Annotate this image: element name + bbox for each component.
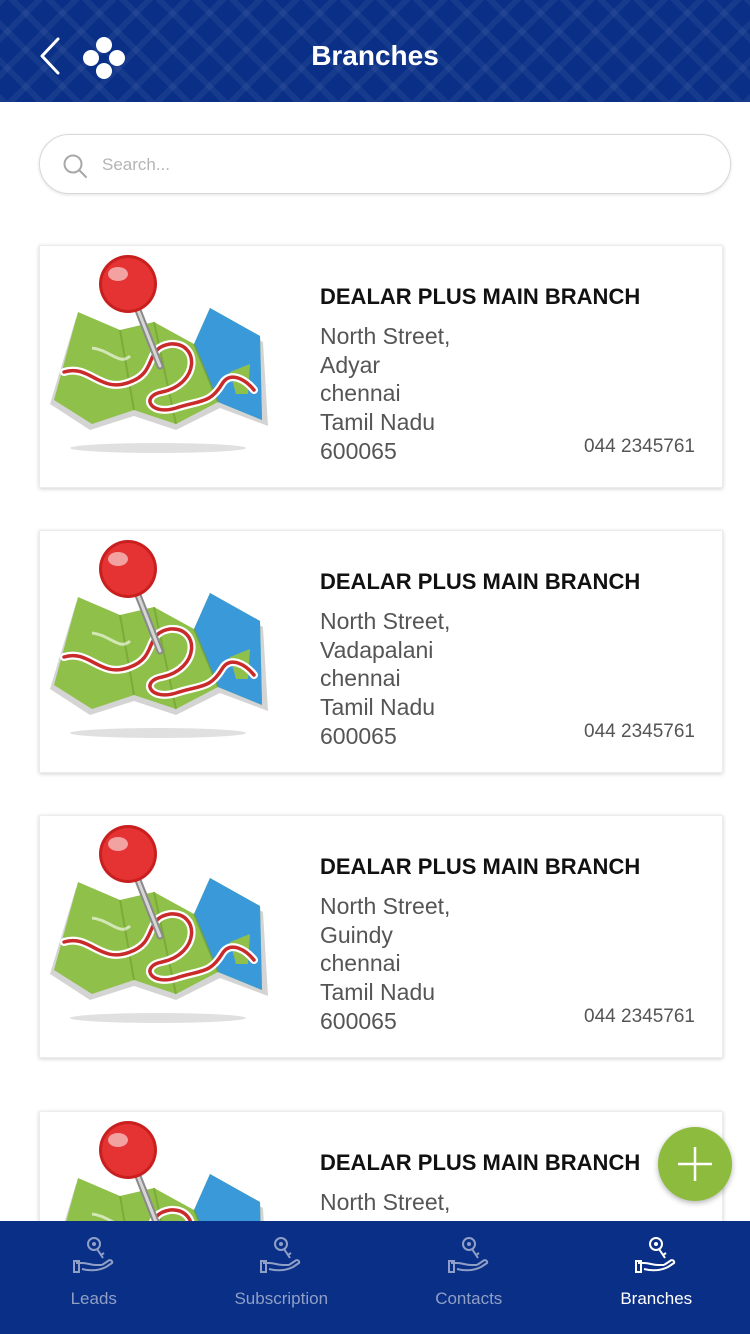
branch-name: DEALAR PLUS MAIN BRANCH	[320, 1150, 641, 1175]
address-street: North Street,	[320, 893, 451, 919]
tab-label: Subscription	[234, 1289, 329, 1308]
branch-phone[interactable]: 044 2345761	[584, 721, 695, 743]
tab-branches[interactable]: Branches	[563, 1221, 750, 1334]
map-pin-icon	[50, 1120, 274, 1221]
search-icon	[63, 154, 87, 178]
branch-phone[interactable]: 044 2345761	[584, 1006, 695, 1028]
tab-subscription[interactable]: Subscription	[188, 1221, 376, 1334]
tab-leads[interactable]: Leads	[0, 1221, 188, 1334]
map-pin-icon	[50, 254, 274, 466]
tab-label: Branches	[620, 1289, 693, 1308]
plus-icon	[678, 1147, 712, 1181]
page-title: Branches	[311, 40, 439, 71]
address-state: Tamil Nadu	[320, 409, 436, 436]
address-area: Vadapalani	[320, 636, 434, 663]
app-header: Branches	[0, 0, 750, 102]
branch-card[interactable]: DEALAR PLUS MAIN BRANCH North Street, Gu…	[39, 815, 723, 1058]
add-branch-button[interactable]	[658, 1127, 732, 1201]
address-pincode: 600065	[320, 437, 397, 464]
tab-label: Leads	[70, 1289, 117, 1308]
bottom-tab-bar: Leads Subscription Contacts Branches	[0, 1221, 750, 1334]
address-street: North Street,	[320, 608, 451, 634]
address-state: Tamil Nadu	[320, 694, 436, 721]
map-pin-icon	[50, 539, 274, 751]
address-city: chennai	[320, 665, 401, 692]
branch-card[interactable]: DEALAR PLUS MAIN BRANCH North Street, Ad…	[39, 245, 723, 488]
branch-address: North Street, Vadapalani chennai Tamil N…	[320, 607, 450, 751]
branch-name: DEALAR PLUS MAIN BRANCH	[320, 284, 641, 309]
hand-key-icon	[72, 1233, 116, 1277]
address-area: Adyar	[320, 351, 381, 378]
address-state: Tamil Nadu	[320, 979, 436, 1006]
address-city: chennai	[320, 380, 401, 407]
search-bar[interactable]	[39, 134, 731, 194]
branch-card[interactable]: DEALAR PLUS MAIN BRANCH North Street, Va…	[39, 530, 723, 773]
branch-address: North Street,	[320, 1188, 450, 1217]
branch-address: North Street, Guindy chennai Tamil Nadu …	[320, 892, 450, 1036]
map-pin-icon	[50, 824, 274, 1036]
address-pincode: 600065	[320, 722, 397, 749]
tab-label: Contacts	[435, 1289, 503, 1308]
hand-key-icon	[447, 1233, 491, 1277]
address-area: Guindy	[320, 921, 393, 948]
address-street: North Street,	[320, 323, 451, 349]
address-pincode: 600065	[320, 1007, 397, 1034]
branch-name: DEALAR PLUS MAIN BRANCH	[320, 569, 641, 594]
branch-address: North Street, Adyar chennai Tamil Nadu 6…	[320, 322, 450, 466]
branch-card[interactable]: DEALAR PLUS MAIN BRANCH North Street,	[39, 1111, 723, 1221]
tab-contacts[interactable]: Contacts	[375, 1221, 563, 1334]
branch-name: DEALAR PLUS MAIN BRANCH	[320, 854, 641, 879]
search-input[interactable]	[102, 145, 702, 185]
address-city: chennai	[320, 950, 401, 977]
hand-key-icon	[634, 1233, 678, 1277]
address-street: North Street,	[320, 1189, 451, 1215]
branch-phone[interactable]: 044 2345761	[584, 436, 695, 458]
hand-key-icon	[259, 1233, 303, 1277]
